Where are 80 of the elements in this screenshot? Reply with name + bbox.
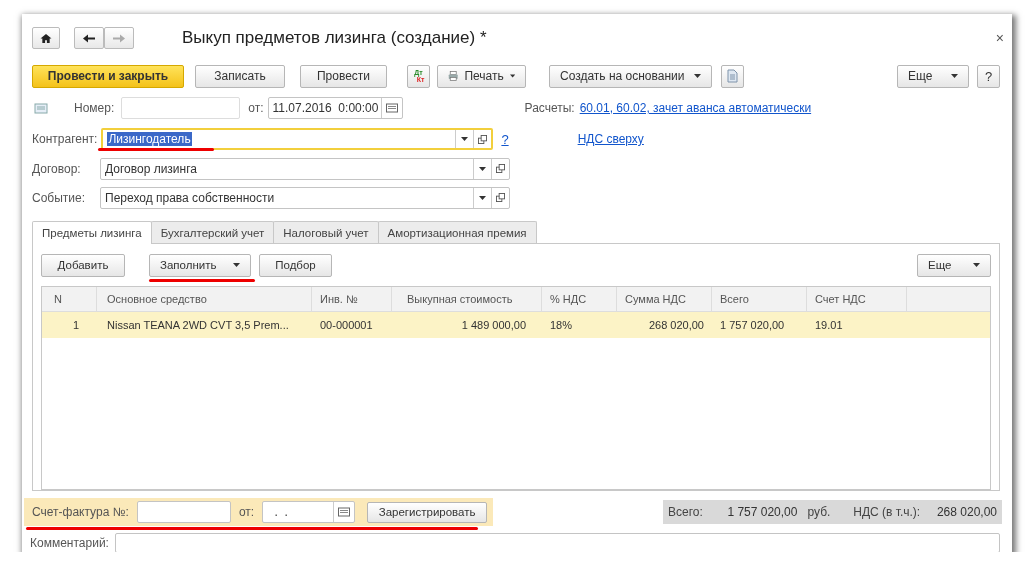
document-icon	[34, 102, 48, 114]
table-cell-text: 1 757 020,00	[719, 318, 786, 333]
field-label: Событие:	[32, 190, 87, 205]
caret-icon	[233, 263, 240, 267]
settlements-link[interactable]: 60.01, 60.02, зачет аванса автоматически	[579, 101, 812, 115]
column-header[interactable]: Сумма НДС	[617, 287, 712, 311]
caret-icon	[973, 263, 980, 267]
currency-label: руб.	[807, 505, 832, 519]
caret-icon	[509, 74, 515, 78]
toolbar-button[interactable]: Провести	[300, 64, 387, 88]
home-icon	[40, 32, 52, 44]
total-label: Всего:	[668, 505, 704, 519]
field-label: Номер:	[74, 101, 115, 115]
field-label: Счет-фактура №:	[32, 505, 129, 519]
help-link[interactable]: ?	[501, 131, 509, 147]
field-label: от:	[238, 505, 255, 519]
column-header[interactable]: % НДС	[542, 287, 617, 311]
column-header[interactable]: Выкупная стоимость	[392, 287, 542, 311]
document-button[interactable]	[721, 64, 744, 88]
tab[interactable]: Бухгалтерский учет	[150, 221, 275, 243]
open-icon	[478, 134, 488, 144]
table-button[interactable]: Еще	[917, 253, 991, 277]
field-label: Комментарий:	[30, 535, 109, 551]
caret-icon	[694, 74, 701, 78]
comment-field[interactable]	[114, 533, 1000, 552]
help-button[interactable]: ?	[977, 64, 1000, 88]
caret-icon	[951, 74, 958, 78]
printer-icon	[448, 69, 459, 83]
vat-value: 268 020,00	[936, 505, 997, 519]
window-title: Выкуп предметов лизинга (создание) *	[182, 28, 487, 48]
select-field[interactable]: Лизингодатель	[101, 128, 494, 150]
vat-link[interactable]: НДС сверху	[577, 132, 644, 146]
field-label: Контрагент:	[32, 132, 98, 146]
caret-icon	[479, 195, 486, 200]
select-field[interactable]: Договор лизинга	[100, 157, 510, 180]
date-field[interactable]: 11.07.2016 0:00:00	[267, 97, 403, 119]
home-button[interactable]	[32, 27, 60, 49]
table-cell-text: 268 020,00	[647, 318, 705, 333]
tab[interactable]: Амортизационная премия	[377, 221, 537, 243]
number-field[interactable]	[121, 97, 241, 119]
table-cell-text: 1	[71, 318, 80, 333]
register-button[interactable]: Зарегистрировать	[367, 501, 488, 523]
open-icon	[496, 193, 505, 202]
toolbar-button[interactable]: Записать	[195, 64, 285, 88]
close-button[interactable]: ×	[995, 30, 1004, 46]
table-row[interactable]: 1 Nissan TEANA 2WD CVT 3,5 Prem... 00-000001 1 489 000,00 18% 268 020,00 1 757 020,00 19.01	[42, 312, 990, 338]
tab[interactable]: Налоговый учет	[273, 221, 379, 243]
caret-icon	[461, 137, 469, 141]
toolbar-button[interactable]: Создать на основании	[549, 64, 712, 88]
total-value: 1 757 020,00	[726, 505, 798, 519]
caret-icon	[479, 166, 486, 171]
forward-arrow-icon	[113, 32, 125, 44]
table-cell-text: 00-000001	[319, 318, 374, 333]
column-header[interactable]: Основное средство	[97, 287, 312, 311]
table-cell-text: Nissan TEANA 2WD CVT 3,5 Prem...	[106, 318, 290, 333]
table-button[interactable]: Заполнить	[149, 253, 251, 277]
select-field[interactable]: Переход права собственности	[100, 186, 510, 209]
back-button[interactable]	[74, 27, 104, 49]
document-icon	[727, 69, 738, 83]
column-header[interactable]: Инв. №	[312, 287, 392, 311]
table-button[interactable]: Добавить	[41, 253, 125, 277]
field-label: Договор:	[32, 161, 82, 176]
date-field[interactable]: . .	[262, 501, 356, 523]
column-header[interactable]: Всего	[712, 287, 807, 311]
invoice-number-field[interactable]	[136, 501, 231, 523]
table-cell-text: 1 489 000,00	[460, 318, 527, 333]
tab[interactable]: Предметы лизинга	[32, 221, 152, 244]
table-cell-text: 19.01	[814, 318, 844, 333]
back-arrow-icon	[83, 32, 95, 44]
post-and-close-button[interactable]: Провести и закрыть	[32, 64, 184, 88]
column-header[interactable]: N	[42, 287, 97, 311]
table-button[interactable]: Подбор	[259, 253, 332, 277]
toolbar-button[interactable]: Печать	[437, 64, 526, 88]
vat-label: НДС (в т.ч.):	[853, 505, 922, 519]
column-header[interactable]: Счет НДС	[807, 287, 907, 311]
open-icon	[496, 164, 505, 173]
field-label: от:	[248, 101, 264, 115]
field-label: Расчеты:	[524, 101, 575, 115]
toolbar-button[interactable]: Еще	[897, 64, 969, 88]
table-cell-text: 18%	[549, 318, 574, 333]
